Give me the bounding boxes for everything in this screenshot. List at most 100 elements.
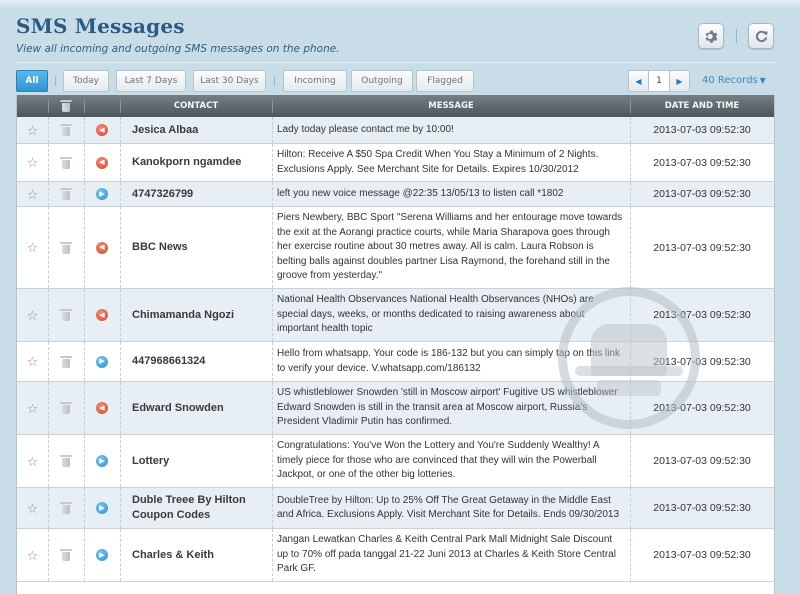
chevron-left-icon: ◀ [635,76,642,86]
message-text: DoubleTree by Hilton: Up to 25% Off The … [277,494,620,521]
chevron-right-icon: ▶ [676,76,683,86]
direction-indicator: ▶ [84,488,120,528]
page-header: SMS Messages View all incoming and outgo… [16,14,340,55]
message-text: Hilton: Receive A $50 Spa Credit When Yo… [277,149,599,175]
header-contact[interactable]: CONTACT [120,95,272,117]
filter-flagged-button[interactable]: Flagged [416,70,474,92]
trash-icon [60,549,72,561]
direction-indicator: ▶ [84,182,120,206]
star-button[interactable]: ☆ [17,289,48,341]
records-dropdown[interactable]: 40 Records ▼ [702,75,766,86]
page-title: SMS Messages [16,14,185,38]
header-message[interactable]: MESSAGE [272,95,630,117]
direction-indicator: ◀ [84,289,120,341]
star-button[interactable]: ☆ [17,382,48,434]
delete-button[interactable] [48,117,84,143]
trash-icon [60,188,72,200]
records-label: 40 Records [702,75,758,86]
message-date: 2013-07-03 09:52:30 [653,455,751,467]
table-row[interactable]: ☆ ◀ Edward Snowden US whistleblower Snowden… [17,382,774,435]
direction-indicator: ◀ [84,382,120,434]
trash-icon [60,100,72,112]
star-button[interactable]: ☆ [17,488,48,528]
page-subtitle: View all incoming and outgoing SMS messa… [16,43,340,55]
table-row[interactable]: ☆ ▶ 4747326799 left you new voice message @… [17,182,774,207]
star-icon: ☆ [26,500,39,516]
star-button[interactable]: ☆ [17,529,48,581]
message-text: left you new voice message @22:35 13/05/… [277,187,564,199]
star-icon: ☆ [26,155,39,170]
star-icon: ☆ [26,453,39,469]
arrow-right-icon: ▶ [96,549,108,561]
table-row[interactable]: ☆ ◀ Chimamanda Ngozi National Health Observ… [17,289,774,342]
trash-icon [60,156,72,169]
star-icon: ☆ [26,547,39,563]
table-row[interactable]: ☆ ▶ 447968661324 Hello from whatsapp. Your … [17,342,774,382]
arrow-left-icon: ◀ [96,309,108,321]
messages-table: CONTACT MESSAGE DATE AND TIME ☆ ◀ Jesica A… [16,95,775,594]
trash-icon [60,502,72,514]
header-date[interactable]: DATE AND TIME [630,95,774,117]
filter-all-button[interactable]: All [16,70,48,92]
star-button[interactable]: ☆ [17,117,48,143]
filter-today-button[interactable]: Today [63,70,109,92]
table-row[interactable]: ☆ ◀ Kanokporn ngamdee Hilton: Receive A $50… [17,144,774,182]
message-date: 2013-07-03 09:52:30 [653,309,751,321]
trash-icon [60,355,72,368]
contact-name: Duble Treee By Hilton Coupon Codes [132,494,246,521]
table-row[interactable]: ☆ ▶ Charles & Keith Jangan Lewatkan Charles… [17,529,774,582]
direction-indicator: ▶ [84,342,120,381]
table-row[interactable]: ☆ ▶ Duble Treee By Hilton Coupon Codes Doub… [17,488,774,529]
arrow-right-icon: ▶ [96,188,108,200]
header-trash-column[interactable] [48,95,84,117]
delete-button[interactable] [48,289,84,341]
delete-button[interactable] [48,488,84,528]
trash-icon [60,309,72,321]
delete-button[interactable] [48,529,84,581]
filter-separator [274,76,275,86]
delete-button[interactable] [48,207,84,288]
refresh-button[interactable] [748,23,774,49]
delete-button[interactable] [48,342,84,381]
next-page-button[interactable]: ▶ [669,70,690,92]
message-text: Lady today please contact me by 10:00! [277,123,454,135]
filter-outgoing-button[interactable]: Outgoing [351,70,413,92]
arrow-right-icon: ▶ [96,455,108,467]
table-row[interactable]: ☆ ◀ BBC News Piers Newbery, BBC Sport "Sere… [17,207,774,289]
table-header: CONTACT MESSAGE DATE AND TIME [17,95,774,117]
table-row[interactable]: ☆ ◀ Jesica Albaa Lady today please contact … [17,117,774,144]
filter-incoming-button[interactable]: Incoming [283,70,347,92]
delete-button[interactable] [48,144,84,181]
star-button[interactable]: ☆ [17,182,48,206]
message-text: Piers Newbery, BBC Sport "Serena William… [277,212,623,282]
delete-button[interactable] [48,382,84,434]
arrow-right-icon: ▶ [96,502,108,514]
delete-button[interactable] [48,182,84,206]
message-date: 2013-07-03 09:52:30 [653,549,751,561]
arrow-right-icon: ▶ [96,355,108,368]
star-button[interactable]: ☆ [17,342,48,381]
message-text: Jangan Lewatkan Charles & Keith Central … [277,534,616,575]
contact-name: Charles & Keith [132,548,214,561]
trash-icon [60,124,72,136]
filter-last30-button[interactable]: Last 30 Days [193,70,266,92]
star-button[interactable]: ☆ [17,435,48,487]
message-date: 2013-07-03 09:52:30 [653,241,751,254]
page-number[interactable]: 1 [648,70,670,92]
star-icon: ☆ [26,354,39,369]
contact-name: 447968661324 [132,355,206,367]
message-date: 2013-07-03 09:52:30 [653,402,751,414]
star-button[interactable]: ☆ [17,144,48,181]
star-button[interactable]: ☆ [17,207,48,288]
contact-name: 4747326799 [132,187,194,200]
direction-indicator: ◀ [84,144,120,181]
table-row[interactable]: ☆ ▶ Lottery Congratulations: You've Won the… [17,435,774,488]
settings-button[interactable] [698,23,724,49]
chevron-down-icon: ▼ [759,76,766,85]
prev-page-button[interactable]: ◀ [628,70,649,92]
contact-name: Kanokporn ngamdee [132,156,242,168]
filter-last7-button[interactable]: Last 7 Days [116,70,186,92]
delete-button[interactable] [48,435,84,487]
message-date: 2013-07-03 09:52:30 [653,502,751,514]
message-date: 2013-07-03 09:52:30 [653,156,751,169]
